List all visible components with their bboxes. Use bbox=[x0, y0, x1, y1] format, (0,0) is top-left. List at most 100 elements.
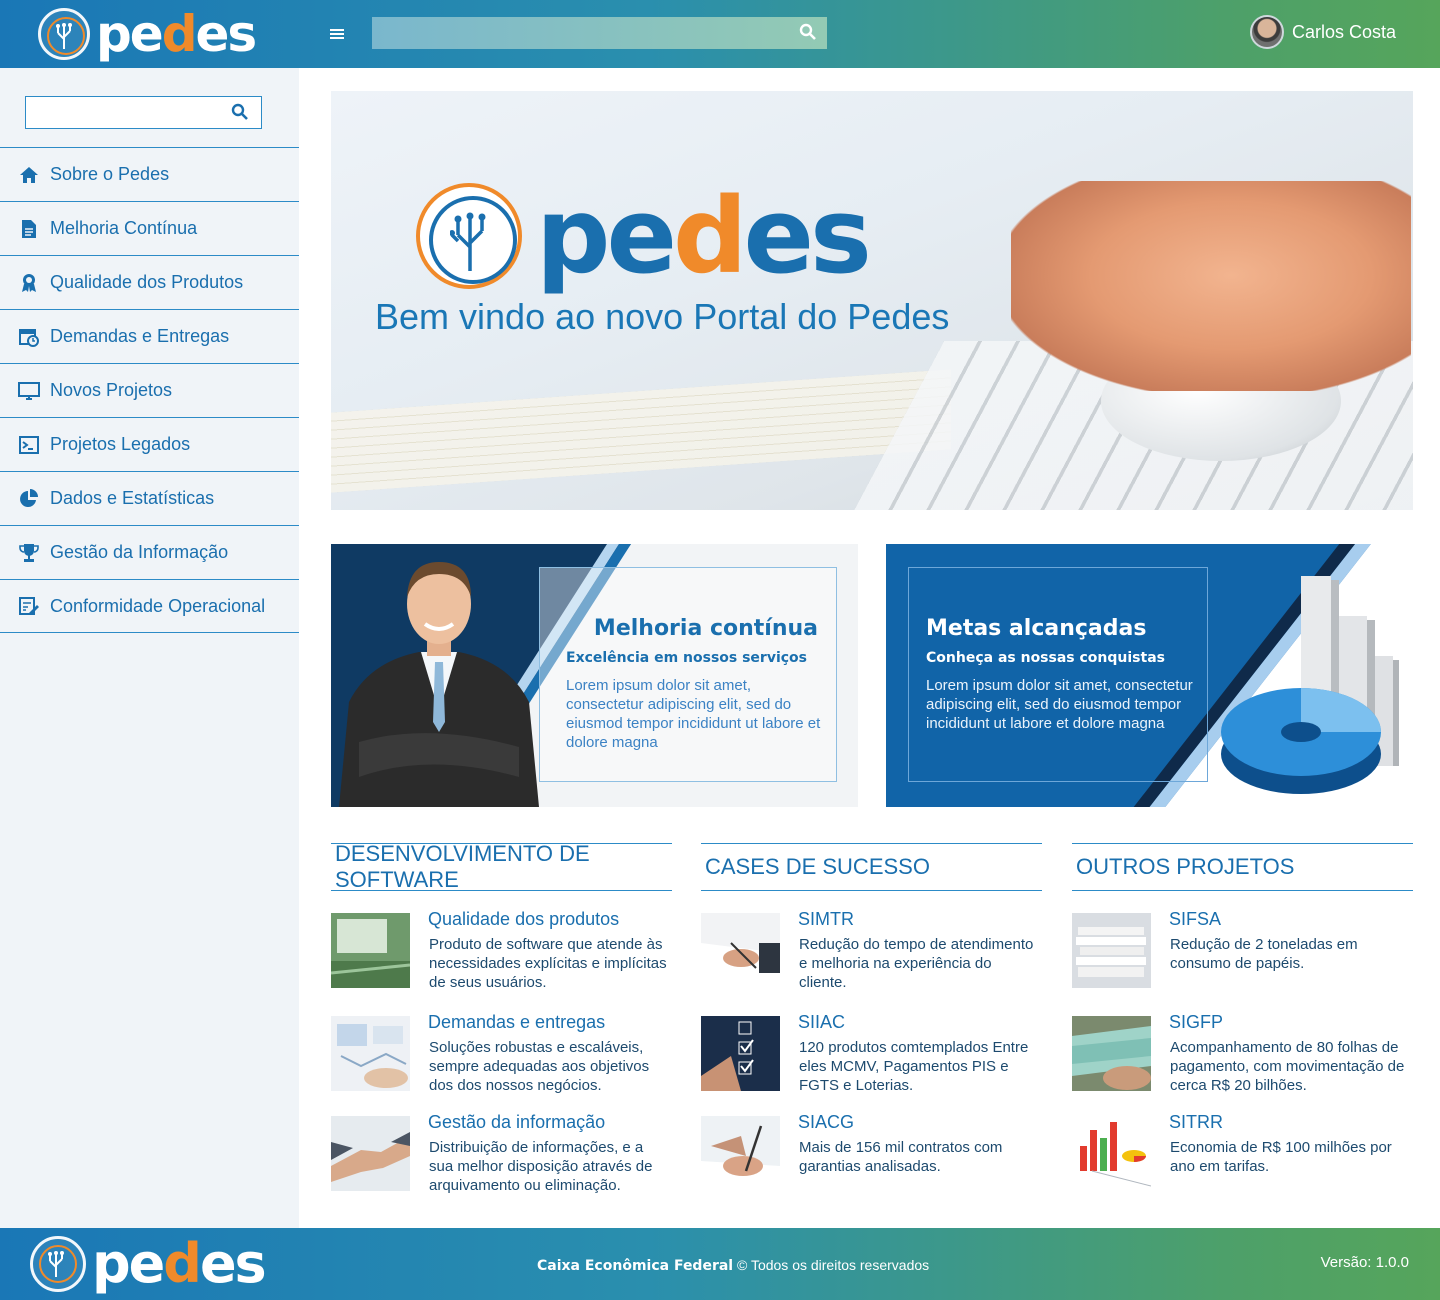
footer-logo[interactable]: pedes bbox=[30, 1232, 267, 1295]
item-title[interactable]: SITRR bbox=[1169, 1112, 1223, 1133]
hero-banner: pedes Bem vindo ao novo Portal do Pedes bbox=[331, 91, 1413, 510]
item-text: Economia de R$ 100 milhões por ano em ta… bbox=[1170, 1139, 1392, 1175]
footer-company: Caixa Econômica Federal bbox=[537, 1258, 734, 1274]
terminal-icon bbox=[18, 434, 40, 456]
checklist-thumbnail bbox=[701, 1016, 780, 1091]
sidebar-search-button[interactable] bbox=[231, 103, 251, 123]
sidebar-item-gestao[interactable]: Gestão da Informação bbox=[0, 525, 299, 579]
sidebar-search-input[interactable] bbox=[26, 97, 226, 128]
version-label: Versão: 1.0.0 bbox=[1320, 1254, 1409, 1271]
sidebar-item-label: Dados e Estatísticas bbox=[50, 488, 215, 508]
sidebar-item-melhoria[interactable]: Melhoria Contínua bbox=[0, 201, 299, 255]
card-title: Metas alcançadas bbox=[926, 616, 1147, 641]
sidebar-item-label: Qualidade dos Produtos bbox=[50, 272, 244, 292]
sidebar-item-projetos-legados[interactable]: Projetos Legados bbox=[0, 417, 299, 471]
sidebar-item-conformidade[interactable]: Conformidade Operacional bbox=[0, 579, 299, 633]
item-title[interactable]: Gestão da informação bbox=[428, 1112, 605, 1133]
top-search-bar bbox=[372, 17, 827, 49]
list-item[interactable]: SIMTR Redução do tempo de atendimento e … bbox=[701, 909, 1042, 993]
list-item[interactable]: SIGFP Acompanhamento de 80 folhas de pag… bbox=[1072, 1012, 1413, 1096]
hamburger-menu-button[interactable] bbox=[330, 24, 348, 44]
item-text: Soluções robustas e escaláveis, sempre a… bbox=[429, 1039, 650, 1094]
section-heading: DESENVOLVIMENTO DE SOFTWARE bbox=[331, 841, 672, 892]
card-title: Melhoria contínua bbox=[593, 616, 818, 641]
hero-title: Bem vindo ao novo Portal do Pedes bbox=[375, 296, 950, 337]
sidebar-item-label: Gestão da Informação bbox=[50, 542, 229, 562]
sidebar-item-novos-projetos[interactable]: Novos Projetos bbox=[0, 363, 299, 417]
item-title[interactable]: SIIAC bbox=[798, 1012, 845, 1033]
item-title[interactable]: Demandas e entregas bbox=[428, 1012, 605, 1033]
businessman-photo bbox=[339, 562, 539, 807]
promo-card-metas[interactable]: Metas alcançadas Conheça as nossas conqu… bbox=[886, 544, 1413, 807]
pedes-logo-mark bbox=[38, 8, 90, 60]
top-search-button[interactable] bbox=[799, 23, 819, 43]
banknotes-thumbnail bbox=[1072, 1016, 1151, 1091]
header-logo[interactable]: pedes bbox=[38, 5, 257, 63]
item-text: Acompanhamento de 80 folhas de pagamento… bbox=[1170, 1039, 1405, 1094]
hero-photo-notebook bbox=[331, 369, 951, 493]
card-text: Lorem ipsum dolor sit amet, consectetur … bbox=[566, 677, 821, 751]
item-text: 120 produtos comtemplados Entre eles MCM… bbox=[799, 1039, 1029, 1094]
search-icon bbox=[231, 103, 248, 120]
pie-chart-icon bbox=[18, 488, 40, 510]
charts-thumbnail bbox=[331, 1016, 410, 1091]
item-title[interactable]: SIACG bbox=[798, 1112, 854, 1133]
section-desenvolvimento: DESENVOLVIMENTO DE SOFTWARE Qualidade do… bbox=[331, 841, 672, 1194]
sidebar-item-label: Sobre o Pedes bbox=[50, 164, 170, 184]
card-subtitle: Excelência em nossos serviços bbox=[566, 650, 808, 666]
list-item[interactable]: SIIAC 120 produtos comtemplados Entre el… bbox=[701, 1012, 1042, 1096]
item-title[interactable]: SIGFP bbox=[1169, 1012, 1223, 1033]
section-heading-text: DESENVOLVIMENTO DE SOFTWARE bbox=[335, 841, 590, 892]
item-text: Mais de 156 mil contratos com garantias … bbox=[799, 1139, 1003, 1175]
sidebar-item-label: Conformidade Operacional bbox=[50, 595, 266, 616]
avatar[interactable] bbox=[1250, 15, 1284, 49]
list-item[interactable]: SIFSA Redução de 2 toneladas em consumo … bbox=[1072, 909, 1413, 993]
footer-copyright: Caixa Econômica Federal © Todos os direi… bbox=[537, 1257, 929, 1274]
pedes-wordmark: pedes bbox=[96, 5, 257, 63]
top-header: pedes Carlos Costa bbox=[0, 0, 1440, 68]
tree-icon bbox=[48, 1251, 64, 1277]
item-text: Redução do tempo de atendimento e melhor… bbox=[799, 936, 1034, 991]
section-heading: CASES DE SUCESSO bbox=[701, 843, 1042, 891]
list-item[interactable]: SITRR Economia de R$ 100 milhões por ano… bbox=[1072, 1112, 1413, 1196]
footer: pedes Caixa Econômica Federal © Todos os… bbox=[0, 1228, 1440, 1300]
item-title[interactable]: Qualidade dos produtos bbox=[428, 909, 619, 930]
document-icon bbox=[18, 218, 40, 240]
item-title[interactable]: SIFSA bbox=[1169, 909, 1221, 930]
sidebar-item-label: Demandas e Entregas bbox=[50, 326, 230, 346]
monitor-icon bbox=[18, 380, 40, 402]
pedes-logo-mark bbox=[416, 183, 522, 289]
calendar-clock-icon bbox=[18, 326, 40, 348]
handshake-thumbnail bbox=[331, 1116, 410, 1191]
promo-card-melhoria[interactable]: Melhoria contínua Excelência em nossos s… bbox=[331, 544, 858, 807]
footer-rights: © Todos os direitos reservados bbox=[733, 1257, 930, 1273]
writing-thumbnail bbox=[701, 913, 780, 988]
sidebar-item-qualidade[interactable]: Qualidade dos Produtos bbox=[0, 255, 299, 309]
sidebar-item-label: Melhoria Contínua bbox=[50, 218, 198, 238]
paper-stack-thumbnail bbox=[1072, 913, 1151, 988]
card-text: Lorem ipsum dolor sit amet, consectetur … bbox=[926, 677, 1193, 732]
item-text: Distribuição de informações, e a sua mel… bbox=[429, 1139, 653, 1194]
sidebar-item-demandas[interactable]: Demandas e Entregas bbox=[0, 309, 299, 363]
sidebar-item-dados[interactable]: Dados e Estatísticas bbox=[0, 471, 299, 525]
item-text: Redução de 2 toneladas em consumo de pap… bbox=[1170, 936, 1358, 972]
item-title[interactable]: SIMTR bbox=[798, 909, 854, 930]
list-item[interactable]: SIACG Mais de 156 mil contratos com gara… bbox=[701, 1112, 1042, 1196]
list-item[interactable]: Demandas e entregas Soluções robustas e … bbox=[331, 1012, 672, 1096]
pedes-wordmark: pedes bbox=[92, 1232, 267, 1295]
search-icon bbox=[799, 23, 816, 40]
bar-chart-thumbnail bbox=[1072, 1116, 1151, 1191]
checklist-edit-icon bbox=[18, 595, 40, 617]
sidebar-item-sobre[interactable]: Sobre o Pedes bbox=[0, 147, 299, 201]
section-heading-text: CASES DE SUCESSO bbox=[705, 854, 930, 879]
user-menu[interactable]: Carlos Costa bbox=[1250, 15, 1396, 49]
hero-photo-hand bbox=[1011, 181, 1411, 391]
laptop-thumbnail bbox=[331, 913, 410, 988]
list-item[interactable]: Gestão da informação Distribuição de inf… bbox=[331, 1112, 672, 1196]
list-item[interactable]: Qualidade dos produtos Produto de softwa… bbox=[331, 909, 672, 993]
top-search-input[interactable] bbox=[372, 17, 782, 49]
user-name[interactable]: Carlos Costa bbox=[1292, 22, 1396, 43]
sidebar: Sobre o Pedes Melhoria Contínua Qualidad… bbox=[0, 68, 299, 1228]
trophy-icon bbox=[18, 542, 40, 564]
card-text-box bbox=[908, 567, 1208, 782]
